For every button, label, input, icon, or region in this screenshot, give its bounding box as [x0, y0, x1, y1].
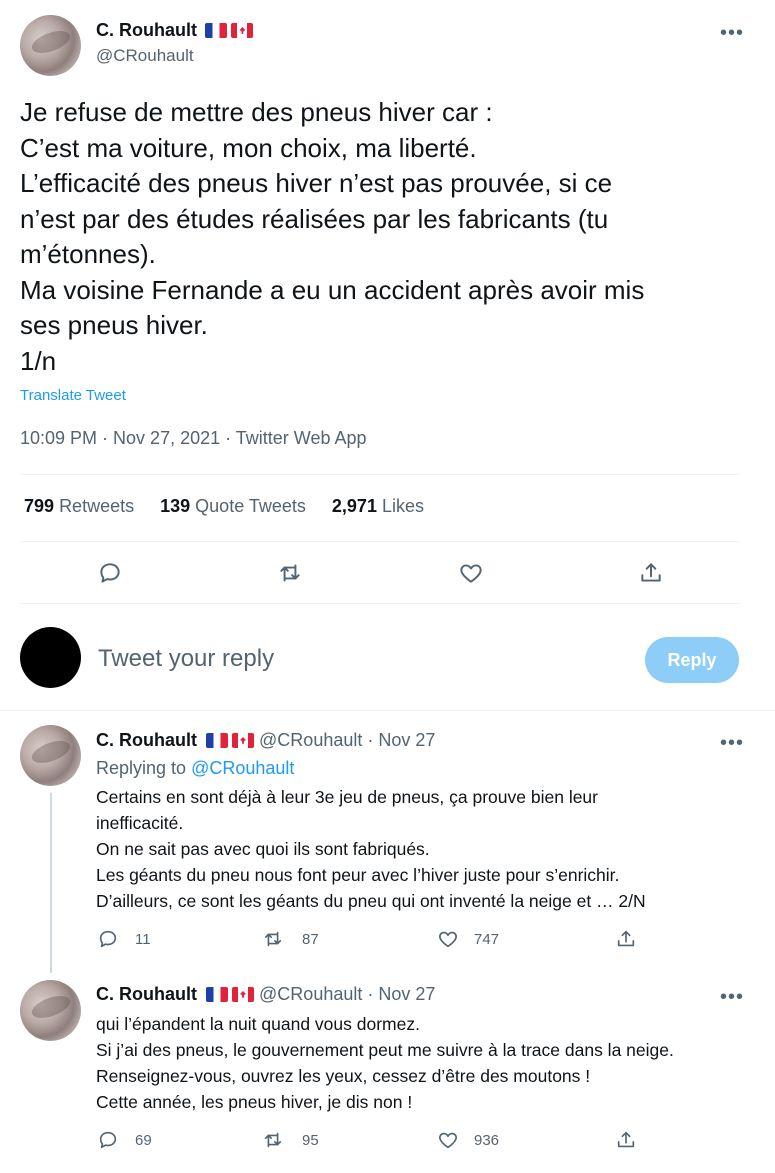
like-count: 936 [474, 1132, 500, 1149]
tweet-line: Renseignez-vous, ouvrez les yeux, cessez… [96, 1066, 591, 1086]
divider [20, 603, 740, 604]
more-options-icon[interactable]: ••• [720, 22, 744, 45]
author-avatar[interactable] [20, 15, 81, 76]
tweet-line: On ne sait pas avec quoi ils sont fabriq… [96, 839, 430, 859]
tweet-date[interactable]: · Nov 27 [367, 730, 435, 750]
tweet-line: Les géants du pneu nous font peur avec l… [96, 865, 620, 885]
replying-to-handle-link[interactable]: @CRouhault [191, 758, 294, 778]
tweet-line: n’est par des études réalisées par les f… [20, 203, 609, 234]
share-icon[interactable] [638, 560, 664, 591]
more-options-icon[interactable]: ••• [720, 986, 744, 1009]
author-avatar[interactable] [20, 725, 81, 786]
engagement-stats: 799 Retweets 139 Quote Tweets 2,971 Like… [24, 496, 424, 517]
tweet-timestamp[interactable]: 10:09 PM · Nov 27, 2021 · Twitter Web Ap… [20, 428, 367, 449]
canada-flag-icon [232, 733, 255, 748]
reply-count: 11 [135, 931, 151, 948]
tweet-line: ses pneus hiver. [20, 310, 208, 340]
author-name[interactable]: C. Rouhault [96, 730, 197, 750]
author-name-row: C. Rouhault [96, 20, 254, 41]
reply-icon[interactable] [97, 1129, 119, 1156]
translate-tweet-link[interactable]: Translate Tweet [20, 387, 126, 404]
author-handle[interactable]: @CRouhault [96, 46, 194, 66]
like-count: 747 [474, 931, 500, 948]
tweet-line: Cette année, les pneus hiver, je dis non… [96, 1092, 413, 1112]
divider [20, 541, 740, 542]
tweet-line: D’ailleurs, ce sont les géants du pneu q… [96, 891, 646, 911]
reply-icon[interactable] [97, 560, 123, 591]
tweet-line: 1/n [20, 345, 57, 376]
divider [20, 474, 740, 475]
retweet-count: 95 [302, 1132, 319, 1149]
tweet-line: inefficacité. [96, 813, 184, 833]
share-icon[interactable] [615, 928, 637, 955]
author-avatar[interactable] [20, 980, 81, 1041]
current-user-avatar[interactable] [20, 627, 81, 688]
canada-flag-icon [231, 23, 254, 38]
thread-connector-line [50, 793, 52, 973]
author-handle[interactable]: @CRouhault [259, 730, 362, 750]
tweet-line: qui l’épandent la nuit quand vous dormez… [96, 1014, 420, 1034]
reply-header: C. Rouhault @CRouhault · Nov 27 [96, 730, 435, 751]
quote-tweets-stat[interactable]: 139 Quote Tweets [160, 496, 306, 517]
more-options-icon[interactable]: ••• [720, 732, 744, 755]
author-name[interactable]: C. Rouhault [96, 984, 197, 1004]
retweet-count: 87 [302, 931, 319, 948]
retweet-icon[interactable] [262, 1129, 284, 1156]
tweet-line: C’est ma voiture, mon choix, ma liberté. [20, 132, 477, 163]
like-icon[interactable] [437, 928, 459, 955]
tweet-line: L’efficacité des pneus hiver n’est pas p… [20, 168, 613, 198]
author-handle[interactable]: @CRouhault [259, 984, 362, 1004]
retweet-icon[interactable] [262, 928, 284, 955]
tweet-line: Je refuse de mettre des pneus hiver car … [20, 97, 493, 127]
tweet-line: Si j’ai des pneus, le gouvernement peut … [96, 1040, 674, 1060]
author-name[interactable]: C. Rouhault [96, 20, 197, 40]
tweet-date[interactable]: · Nov 27 [367, 984, 435, 1004]
tweet-line: Certains en sont déjà à leur 3e jeu de p… [96, 787, 598, 807]
retweet-icon[interactable] [277, 560, 303, 591]
france-flag-icon [206, 987, 229, 1002]
tweet-line: m’étonnes). [20, 239, 156, 269]
share-icon[interactable] [615, 1129, 637, 1156]
likes-stat[interactable]: 2,971 Likes [332, 496, 424, 517]
divider [0, 710, 775, 711]
replying-to: Replying to @CRouhault [96, 758, 295, 778]
canada-flag-icon [232, 987, 255, 1002]
retweets-stat[interactable]: 799 Retweets [24, 496, 134, 517]
like-icon[interactable] [458, 560, 484, 591]
like-icon[interactable] [437, 1129, 459, 1156]
tweet-line: Ma voisine Fernande a eu un accident apr… [20, 274, 645, 305]
france-flag-icon [205, 23, 228, 38]
france-flag-icon [206, 733, 229, 748]
reply-count: 69 [135, 1132, 152, 1149]
reply-header: C. Rouhault @CRouhault · Nov 27 [96, 984, 435, 1005]
reply-icon[interactable] [97, 928, 119, 955]
reply-text: qui l’épandent la nuit quand vous dormez… [96, 1011, 756, 1115]
reply-text: Certains en sont déjà à leur 3e jeu de p… [96, 784, 746, 914]
reply-input[interactable]: Tweet your reply [98, 645, 274, 673]
tweet-text: Je refuse de mettre des pneus hiver car … [20, 95, 760, 379]
reply-button[interactable]: Reply [645, 637, 739, 683]
